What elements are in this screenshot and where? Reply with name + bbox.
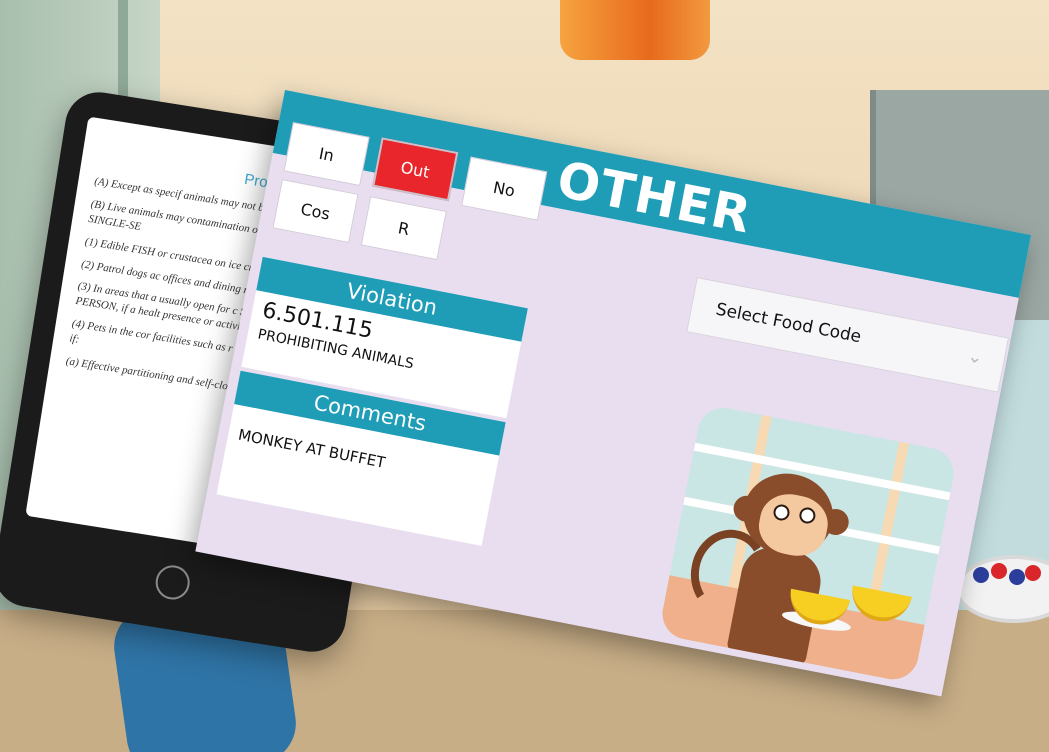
pendant-lamp xyxy=(560,0,710,60)
food-code-select[interactable]: Select Food Code ⌄ xyxy=(686,277,1010,393)
chevron-down-icon[interactable]: ⌄ xyxy=(966,345,987,368)
home-button-icon[interactable] xyxy=(152,562,192,602)
status-cos-button[interactable]: Cos xyxy=(272,179,359,244)
status-r-button[interactable]: R xyxy=(360,196,447,261)
monkey-illustration xyxy=(658,403,959,684)
food-code-select-label: Select Food Code xyxy=(714,299,863,348)
scene: Pro (A) Except as specif animals may not… xyxy=(0,0,1049,752)
